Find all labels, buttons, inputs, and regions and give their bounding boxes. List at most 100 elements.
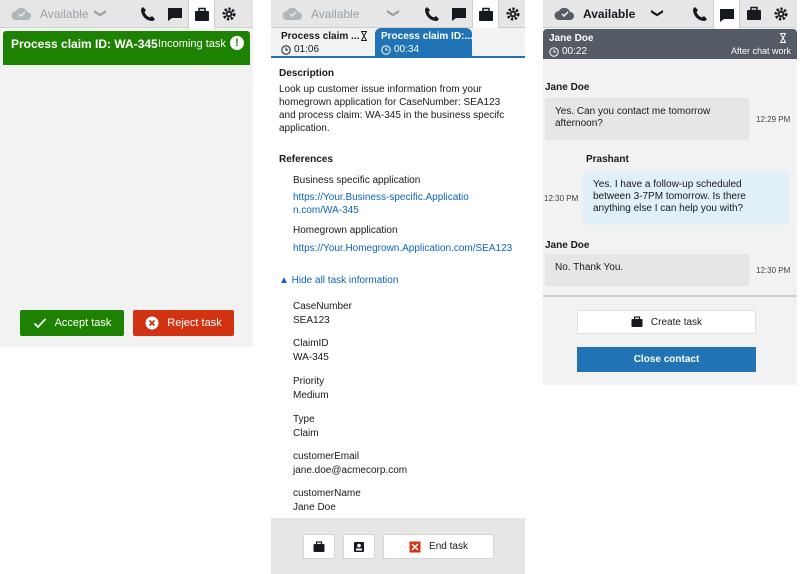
contact-header: Jane Doe 00:22 After chat work [543,29,797,59]
hourglass-icon [361,31,367,41]
chat-button[interactable] [445,0,472,28]
briefcase-icon [313,540,325,552]
message-bubble: No. Thank You. [545,254,749,286]
alert-icon: ! [230,36,244,50]
hourglass-icon [780,33,786,43]
chevron-down-icon: ❯ [387,7,402,19]
top-bar: Available ❯ [0,0,253,29]
message-sender: Jane Doe [545,240,590,251]
clock-icon [549,46,559,57]
message-time: 12:30 PM [544,194,579,203]
task-button[interactable] [740,0,767,28]
checkmark-icon [33,318,46,329]
phone-icon [424,7,439,21]
channel-icons [134,0,242,29]
task-button[interactable] [188,0,215,29]
reference-label: Homegrown application [293,225,398,236]
contact-card-button[interactable] [343,534,375,559]
tab-title: Process claim ID:... [381,31,473,42]
contact-state: After chat work [730,46,791,56]
status-dropdown[interactable]: Available ❯ [0,0,108,28]
attribute-customer-email: customerEmail jane.doe@acmecorp.com [293,451,408,476]
tab-process-claim-2[interactable]: Process claim ID:... 00:34 [375,28,473,58]
contact-card-icon [354,541,364,552]
cloud-icon [11,7,31,20]
tab-timer: 00:34 [394,44,420,55]
gear-icon [506,7,519,21]
incoming-task-banner: Process claim ID: WA-345 Incoming task ! [3,31,250,65]
channel-icons [418,0,525,29]
attribute-customer-name: customerName Jane Doe [293,488,361,513]
task-title: Process claim ID: WA-345 [11,37,158,51]
channel-icons [686,0,794,29]
description-heading: Description [279,68,335,79]
close-circle-icon [145,316,159,330]
status-dropdown[interactable]: Available ❯ [271,0,401,28]
status-label: Available [40,7,89,21]
create-task-button[interactable]: Create task [577,310,756,334]
cloud-icon [282,7,302,20]
message-bubble: Yes. I have a follow-up scheduled betwee… [583,171,789,225]
settings-button[interactable] [767,0,794,28]
status-dropdown[interactable]: Available ❯ [543,0,665,28]
phone-button[interactable] [134,0,161,28]
clock-icon [381,44,391,55]
phone-button[interactable] [418,0,445,28]
tab-timer: 01:06 [294,44,320,55]
contact-timer: 00:22 [562,46,588,57]
message-sender: Prashant [586,154,629,165]
status-label: Available [583,7,636,21]
gear-icon [774,7,787,21]
chat-button[interactable] [161,0,188,28]
end-task-button[interactable]: End task [383,534,494,559]
accept-task-button[interactable]: Accept task [20,310,124,336]
top-bar: Available ❯ [271,0,525,29]
references-heading: References [279,154,333,165]
attribute-priority: Priority Medium [293,376,329,401]
phone-button[interactable] [686,0,713,28]
chat-transcript: Jane Doe Yes. Can you contact me tomorro… [543,60,797,296]
message-sender: Jane Doe [545,82,590,93]
chat-icon [167,8,182,21]
chat-icon [451,8,466,21]
reference-link[interactable]: https://Your.Business-specific.Applicati… [293,191,473,217]
attribute-type: Type Claim [293,414,319,439]
chevron-down-icon: ❯ [94,7,109,19]
close-contact-button[interactable]: Close contact [577,347,756,372]
reject-task-button[interactable]: Reject task [133,310,234,336]
close-contact-label: Close contact [633,354,700,365]
briefcase-button[interactable] [303,534,335,559]
message-bubble: Yes. Can you contact me tomorrow afterno… [545,98,749,140]
briefcase-icon [478,7,493,21]
chat-button[interactable] [713,0,740,29]
reference-link[interactable]: https://Your.Homegrown.Application.com/S… [293,242,512,255]
phone-icon [692,7,707,21]
create-task-label: Create task [650,316,703,328]
chevron-down-icon: ❯ [651,7,666,19]
message-time: 12:29 PM [756,115,791,124]
attribute-claimid: ClaimID WA-345 [293,338,329,363]
gear-icon [222,7,235,21]
message-time: 12:30 PM [756,266,791,275]
tab-process-claim-1[interactable]: Process claim ... 01:06 [275,28,373,58]
briefcase-icon [746,6,761,20]
task-footer: End task [271,518,525,574]
settings-button[interactable] [215,0,242,28]
reference-label: Business specific application [293,175,421,186]
briefcase-icon [631,316,643,327]
chat-icon [719,8,734,22]
end-task-label: End task [429,541,468,552]
reject-task-label: Reject task [167,317,222,329]
status-label: Available [311,7,360,21]
hide-task-info-link[interactable]: ▲ Hide all task information [279,275,398,286]
chat-panel: Available ❯ Jane Doe 00:22 After chat wo… [543,0,797,385]
clock-icon [281,44,291,55]
description-text: Look up customer issue information from … [279,84,505,134]
briefcase-icon [194,7,209,21]
accept-task-label: Accept task [54,317,112,329]
tab-title: Process claim ... [281,31,360,42]
settings-button[interactable] [499,0,525,28]
task-detail-panel: Available ❯ Process claim ... 01:06 Proc… [271,0,525,574]
top-bar: Available ❯ [543,0,797,29]
task-button[interactable] [472,0,499,29]
